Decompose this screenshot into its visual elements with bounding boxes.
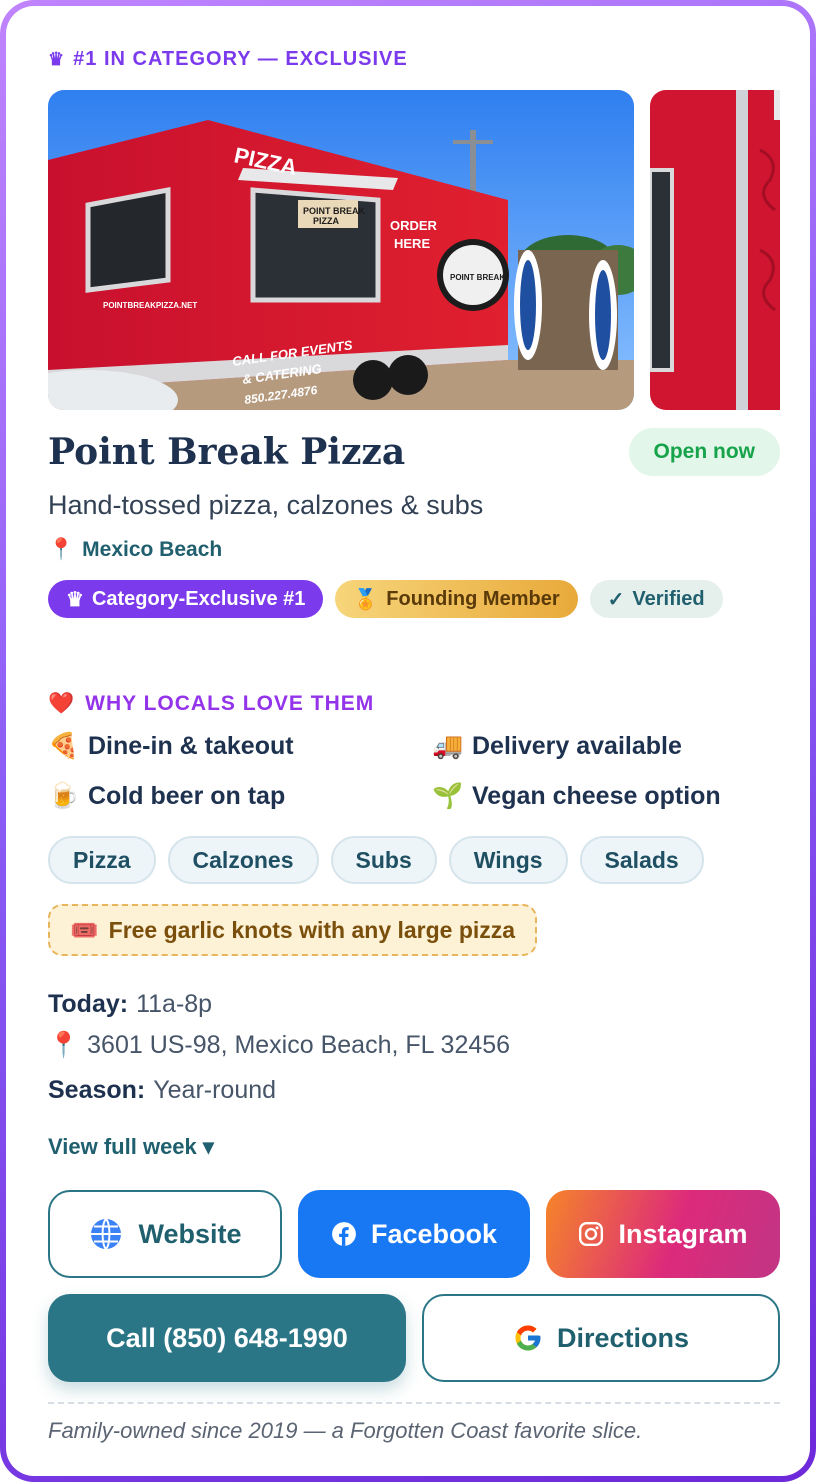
feature-label: Delivery available: [472, 731, 682, 760]
badge-row: ♛ Category-Exclusive #1 🏅 Founding Membe…: [48, 580, 780, 618]
truck-website-text: POINTBREAKPIZZA.NET: [103, 301, 197, 310]
website-button[interactable]: Website: [48, 1190, 282, 1278]
deal-text: Free garlic knots with any large pizza: [108, 916, 516, 943]
facebook-label: Facebook: [370, 1218, 498, 1249]
open-status-badge: Open now: [628, 428, 780, 476]
website-label: Website: [138, 1218, 242, 1249]
check-icon: ✓: [607, 588, 625, 611]
medal-icon: 🏅: [353, 588, 379, 611]
badge-label: Category-Exclusive #1: [91, 587, 306, 610]
window-sign-line-2: PIZZA: [313, 216, 339, 226]
photo-next[interactable]: [650, 90, 780, 410]
today-hours: 11a-8p: [136, 990, 213, 1018]
verified-badge: ✓ Verified: [589, 580, 723, 618]
view-full-week-link[interactable]: View full week ▾: [48, 1134, 214, 1160]
food-truck-photo-2: [650, 90, 780, 410]
chip-salads[interactable]: Salads: [579, 836, 704, 884]
chip-pizza[interactable]: Pizza: [48, 836, 156, 884]
feature-item: 🚚 Delivery available: [432, 730, 780, 762]
season-value: Year-round: [153, 1076, 277, 1104]
call-label: Call (850) 648-1990: [106, 1322, 348, 1353]
photo-main[interactable]: PIZZA POINT BREAK PIZZA ORDER HERE POINT…: [48, 90, 634, 410]
chip-calzones[interactable]: Calzones: [167, 836, 319, 884]
directions-label: Directions: [556, 1322, 690, 1353]
chip-subs[interactable]: Subs: [330, 836, 437, 884]
deal-banner[interactable]: 🎟️ Free garlic knots with any large pizz…: [48, 904, 538, 956]
category-eyebrow: ♛ #1 IN CATEGORY — EXCLUSIVE: [48, 48, 408, 71]
season-line: Season: Year-round: [48, 1076, 276, 1105]
window-sign-line-1: POINT BREAK: [303, 206, 366, 216]
why-heading-label: WHY LOCALS LOVE THEM: [85, 692, 375, 715]
food-truck-photo: PIZZA POINT BREAK PIZZA ORDER HERE POINT…: [48, 90, 634, 410]
truck-logo-text: POINT BREAK: [450, 273, 505, 282]
footer-divider: [48, 1402, 780, 1404]
hours-today: Today: 11a-8p: [48, 990, 212, 1019]
location-line[interactable]: 📍 Mexico Beach: [48, 538, 222, 562]
season-label: Season:: [48, 1076, 146, 1104]
founding-member-badge: 🏅 Founding Member: [335, 580, 578, 618]
crown-icon: ♛: [66, 588, 84, 611]
feature-item: 🍺 Cold beer on tap: [48, 780, 432, 812]
seedling-icon: 🌱: [432, 781, 464, 810]
features-grid: 🍕 Dine-in & takeout 🚚 Delivery available…: [48, 730, 780, 812]
globe-icon: [91, 1218, 122, 1250]
pin-icon: 📍: [48, 1031, 80, 1059]
address-line[interactable]: 📍 3601 US-98, Mexico Beach, FL 32456: [48, 1031, 510, 1060]
instagram-icon: [579, 1221, 604, 1247]
facebook-icon: [332, 1222, 356, 1246]
category-chips: Pizza Calzones Subs Wings Salads: [48, 836, 704, 884]
address-text: 3601 US-98, Mexico Beach, FL 32456: [87, 1031, 511, 1059]
pin-icon: 📍: [48, 538, 75, 561]
feature-label: Vegan cheese option: [472, 781, 721, 810]
facebook-button[interactable]: Facebook: [298, 1190, 530, 1278]
chip-wings[interactable]: Wings: [448, 836, 568, 884]
feature-item: 🌱 Vegan cheese option: [432, 780, 780, 812]
today-label: Today:: [48, 990, 129, 1018]
order-here-line-2: HERE: [394, 236, 430, 251]
business-name: Point Break Pizza: [48, 431, 406, 473]
business-card: ♛ #1 IN CATEGORY — EXCLUSIVE PIZZA POINT…: [6, 6, 810, 1476]
feature-label: Cold beer on tap: [88, 781, 286, 810]
order-here-line-1: ORDER: [390, 218, 438, 233]
feature-item: 🍕 Dine-in & takeout: [48, 730, 432, 762]
instagram-label: Instagram: [618, 1218, 748, 1249]
truck-icon: 🚚: [432, 731, 464, 760]
feature-label: Dine-in & takeout: [88, 731, 294, 760]
ticket-icon: 🎟️: [70, 916, 99, 943]
card-frame: ♛ #1 IN CATEGORY — EXCLUSIVE PIZZA POINT…: [0, 0, 816, 1482]
title-row: Point Break Pizza Open now: [48, 428, 780, 476]
why-locals-heading: ❤️ WHY LOCALS LOVE THEM: [48, 692, 374, 716]
location-label: Mexico Beach: [82, 538, 223, 561]
business-tagline: Hand-tossed pizza, calzones & subs: [48, 490, 484, 520]
heart-icon: ❤️: [48, 692, 76, 715]
footer-note: Family-owned since 2019 — a Forgotten Co…: [48, 1418, 643, 1443]
category-exclusive-badge: ♛ Category-Exclusive #1: [48, 580, 324, 618]
instagram-button[interactable]: Instagram: [546, 1190, 780, 1278]
beer-icon: 🍺: [48, 781, 80, 810]
eyebrow-label: #1 IN CATEGORY — EXCLUSIVE: [73, 48, 408, 70]
directions-button[interactable]: Directions: [422, 1294, 780, 1382]
badge-label: Verified: [632, 587, 705, 610]
call-button[interactable]: Call (850) 648-1990: [48, 1294, 406, 1382]
pizza-icon: 🍕: [48, 731, 80, 760]
badge-label: Founding Member: [386, 587, 560, 610]
photo-carousel[interactable]: PIZZA POINT BREAK PIZZA ORDER HERE POINT…: [48, 90, 780, 410]
crown-icon: ♛: [48, 49, 66, 69]
google-icon: [515, 1325, 541, 1351]
